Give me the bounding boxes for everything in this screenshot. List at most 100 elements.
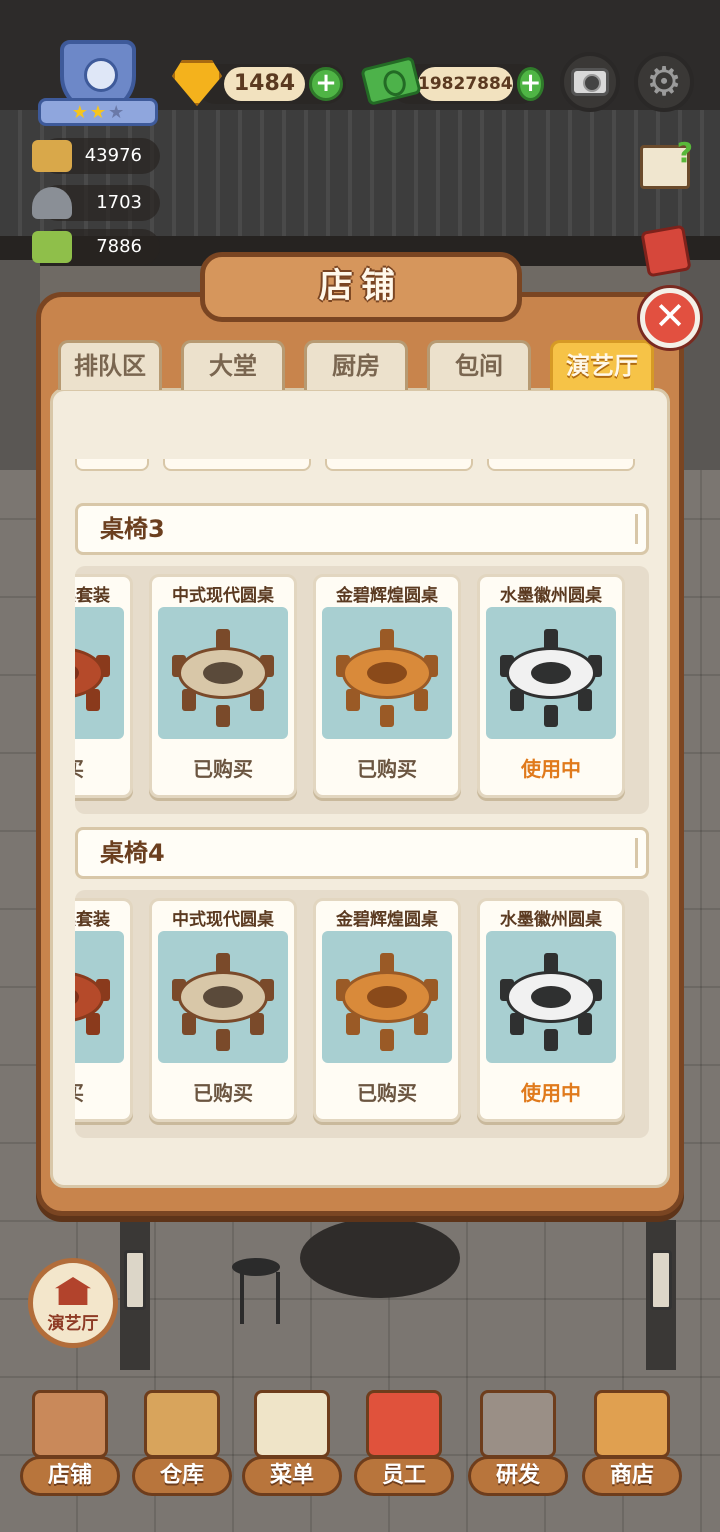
round-table-icon	[496, 949, 606, 1051]
stat-dishes-value: 43976	[84, 145, 142, 166]
nav-label: 仓库	[132, 1456, 232, 1496]
guide-book-button[interactable]: ?	[640, 136, 693, 189]
round-table-icon	[332, 949, 442, 1051]
item-strip[interactable]: 桌套装购买中式现代圆桌已购买金碧辉煌圆桌已购买水墨徽州圆桌使用中	[75, 890, 649, 1138]
camera-icon	[571, 68, 609, 96]
section-header: 桌椅3	[75, 503, 649, 555]
item-name: 水墨徽州圆桌	[500, 586, 602, 606]
add-cash-button[interactable]: +	[516, 67, 545, 101]
item-thumbnail	[322, 931, 452, 1063]
nav-clipboard[interactable]: 菜单	[240, 1380, 344, 1500]
nav-store[interactable]: 商店	[580, 1380, 684, 1500]
in-use-status: 使用中	[521, 1081, 581, 1105]
round-table-icon	[75, 949, 114, 1049]
clipboard-icon	[254, 1390, 330, 1458]
background-table	[300, 1218, 460, 1298]
item-card[interactable]: 水墨徽州圆桌 使用中	[477, 898, 625, 1122]
item-thumbnail	[322, 607, 452, 739]
tab-theater[interactable]: 演艺厅	[550, 340, 654, 390]
item-name: 桌套装	[75, 910, 110, 930]
shop-tabs: 排队区 大堂 厨房 包间 演艺厅	[58, 340, 654, 390]
purchase-status: 已购买	[193, 757, 253, 781]
item-thumbnail	[158, 931, 288, 1063]
nav-label: 店铺	[20, 1456, 120, 1496]
previous-row-peek	[75, 459, 655, 471]
item-card[interactable]: 金碧辉煌圆桌 已购买	[313, 898, 461, 1122]
cloche-icon	[32, 187, 72, 219]
round-table-icon	[332, 625, 442, 727]
purchase-status: 已购买	[357, 1081, 417, 1105]
star-icon: ★	[108, 101, 125, 123]
gem-amount: 1484	[224, 67, 305, 101]
shop-content[interactable]: 桌椅3 桌套装购买中式现代圆桌已购买金碧辉煌圆桌已购买水墨徽州圆桌使用中 桌椅4…	[50, 388, 670, 1188]
tab-kitchen[interactable]: 厨房	[304, 340, 408, 390]
round-table-icon	[168, 949, 278, 1051]
item-card[interactable]: 水墨徽州圆桌 使用中	[477, 574, 625, 798]
theater-icon	[55, 1277, 91, 1305]
task-book-button[interactable]	[640, 224, 692, 278]
wok-icon	[480, 1390, 556, 1458]
close-button[interactable]: ✕	[640, 288, 700, 348]
settings-button[interactable]: ⚙	[634, 52, 694, 112]
item-thumbnail	[75, 931, 124, 1063]
round-table-icon	[496, 625, 606, 727]
stat-served: 1703	[32, 185, 160, 221]
menu-book-icon	[32, 231, 72, 263]
item-thumbnail	[486, 607, 616, 739]
nav-label: 研发	[468, 1456, 568, 1496]
current-room-badge[interactable]: 演艺厅	[28, 1258, 118, 1348]
round-table-icon	[75, 625, 114, 725]
background-stool	[232, 1258, 280, 1328]
round-table-icon	[168, 625, 278, 727]
chef-icon	[366, 1390, 442, 1458]
item-name: 桌套装	[75, 586, 110, 606]
shop-building-icon	[32, 1390, 108, 1458]
item-thumbnail	[158, 607, 288, 739]
item-card[interactable]: 桌套装购买	[75, 574, 133, 798]
item-card[interactable]: 金碧辉煌圆桌 已购买	[313, 574, 461, 798]
lantern-left	[124, 1250, 146, 1310]
item-thumbnail	[75, 607, 124, 739]
camera-button[interactable]	[560, 52, 620, 112]
gear-icon: ⚙	[646, 59, 682, 105]
tab-queue-area[interactable]: 排队区	[58, 340, 162, 390]
tab-private-room[interactable]: 包间	[427, 340, 531, 390]
nav-label: 商店	[582, 1456, 682, 1496]
star-icon: ★	[89, 101, 107, 123]
item-card[interactable]: 中式现代圆桌 已购买	[149, 898, 297, 1122]
item-name: 中式现代圆桌	[172, 586, 274, 606]
stat-dishes: 43976	[32, 138, 160, 174]
tab-hall[interactable]: 大堂	[181, 340, 285, 390]
item-name: 金碧辉煌圆桌	[336, 586, 438, 606]
nav-label: 菜单	[242, 1456, 342, 1496]
panel-title: 店铺	[200, 252, 522, 322]
nav-shop-building[interactable]: 店铺	[18, 1380, 122, 1500]
pot-icon	[32, 140, 72, 172]
nav-crates[interactable]: 仓库	[130, 1380, 234, 1500]
add-gems-button[interactable]: +	[309, 67, 343, 101]
item-name: 水墨徽州圆桌	[500, 910, 602, 930]
stat-menu: 7886	[32, 229, 160, 265]
purchase-status: 已购买	[193, 1081, 253, 1105]
stat-menu-value: 7886	[96, 236, 142, 257]
nav-label: 员工	[354, 1456, 454, 1496]
item-card[interactable]: 桌套装购买	[75, 898, 133, 1122]
purchase-status: 购买	[75, 753, 130, 782]
item-strip[interactable]: 桌套装购买中式现代圆桌已购买金碧辉煌圆桌已购买水墨徽州圆桌使用中	[75, 566, 649, 814]
bottom-nav: 店铺 仓库 菜单 员工 研发 商店	[0, 1380, 720, 1532]
cash-amount: 19827884	[418, 67, 513, 101]
lantern-right	[650, 1250, 672, 1310]
item-name: 中式现代圆桌	[172, 910, 274, 930]
purchase-status: 购买	[75, 1077, 130, 1106]
left-wall	[0, 260, 40, 480]
item-card[interactable]: 中式现代圆桌 已购买	[149, 574, 297, 798]
store-icon	[594, 1390, 670, 1458]
item-thumbnail	[486, 931, 616, 1063]
item-name: 金碧辉煌圆桌	[336, 910, 438, 930]
purchase-status: 已购买	[357, 757, 417, 781]
nav-wok[interactable]: 研发	[466, 1380, 570, 1500]
gem-counter: 1484 +	[196, 64, 346, 104]
nav-chef[interactable]: 员工	[352, 1380, 456, 1500]
crates-icon	[144, 1390, 220, 1458]
player-level-badge[interactable]: ★ ★ ★	[38, 40, 158, 128]
